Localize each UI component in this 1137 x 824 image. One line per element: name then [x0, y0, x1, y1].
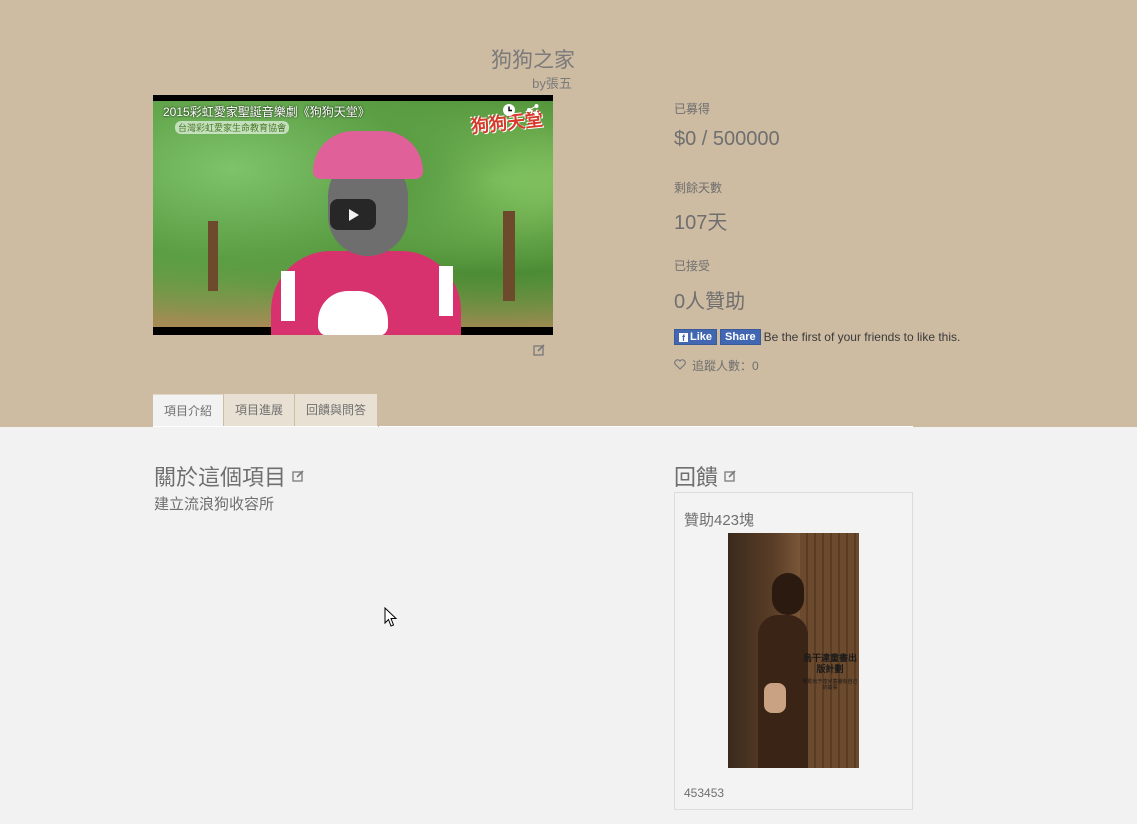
raised-label: 已募得: [674, 102, 711, 116]
shirt-print: [318, 291, 388, 335]
project-author[interactable]: by張五: [0, 73, 1104, 92]
project-header: 狗狗之家 by張五 2015彩虹愛家聖誕音樂劇《狗狗天堂》 台灣彩虹愛家生命教育…: [0, 0, 1137, 427]
edit-icon[interactable]: [533, 344, 545, 356]
tab-introduction[interactable]: 項目介紹: [153, 394, 225, 426]
heart-icon: [674, 358, 686, 373]
share-icon[interactable]: [525, 103, 541, 119]
tabs-divider: [379, 426, 913, 427]
project-title: 狗狗之家: [491, 49, 575, 72]
shirt-stripe: [281, 271, 295, 321]
tree-trunk: [208, 221, 218, 291]
facebook-share-button[interactable]: Share: [720, 329, 761, 345]
reward-title: 回饋: [674, 465, 719, 490]
reward-description: 453453: [684, 786, 725, 800]
reward-amount: 贊助423塊: [684, 512, 755, 529]
book-cover-subtitle: 幫助烏干達兒童擁有自己的故事: [802, 679, 858, 691]
edit-icon[interactable]: [724, 470, 736, 482]
like-label: Like: [690, 331, 713, 343]
facebook-social-text: Be the first of your friends to like thi…: [763, 330, 961, 344]
backers-value: 0人贊助: [674, 291, 746, 313]
about-section-heading: 關於這個項目: [154, 460, 304, 492]
facebook-icon: f: [679, 332, 688, 343]
raised-value: $0 / 500000: [674, 128, 780, 150]
project-tabs: 項目介紹 項目進展 回饋與問答: [153, 394, 379, 427]
book-cover-title: 烏干達童書出版計劃: [802, 653, 857, 674]
performer-cap: [313, 131, 423, 179]
edit-icon[interactable]: [292, 470, 304, 482]
tree-trunk: [503, 211, 515, 301]
reward-card[interactable]: 贊助423塊 烏干達童書出版計劃 幫助烏干達兒童擁有自己的故事 453453: [674, 492, 913, 810]
facebook-widget: f Like Share Be the first of your friend…: [674, 329, 960, 345]
days-left-value: 107天: [674, 212, 728, 234]
days-left-label: 剩餘天數: [674, 181, 723, 195]
follow-button[interactable]: 追蹤人數：0: [674, 357, 759, 374]
wooden-door: [800, 533, 859, 768]
play-icon[interactable]: [330, 199, 376, 230]
backers-label: 已接受: [674, 259, 711, 273]
video-channel: 台灣彩虹愛家生命教育協會: [175, 121, 290, 134]
video-player[interactable]: 2015彩虹愛家聖誕音樂劇《狗狗天堂》 台灣彩虹愛家生命教育協會 狗狗天堂: [153, 95, 553, 335]
tab-progress[interactable]: 項目進展: [224, 394, 296, 426]
child-hand: [764, 683, 786, 713]
follow-count: 追蹤人數：0: [692, 359, 759, 373]
reward-image: 烏干達童書出版計劃 幫助烏干達兒童擁有自己的故事: [728, 533, 859, 768]
about-title: 關於這個項目: [154, 465, 287, 490]
reward-section-heading: 回饋: [674, 460, 736, 492]
shirt-stripe: [439, 266, 453, 316]
video-title[interactable]: 2015彩虹愛家聖誕音樂劇《狗狗天堂》: [163, 103, 370, 120]
clock-icon[interactable]: [501, 103, 517, 119]
mouse-cursor-icon: [384, 606, 398, 633]
facebook-like-button[interactable]: f Like: [674, 329, 718, 345]
child-head: [772, 573, 804, 615]
about-description: 建立流浪狗收容所: [154, 496, 275, 513]
tab-feedback-qa[interactable]: 回饋與問答: [295, 394, 379, 426]
